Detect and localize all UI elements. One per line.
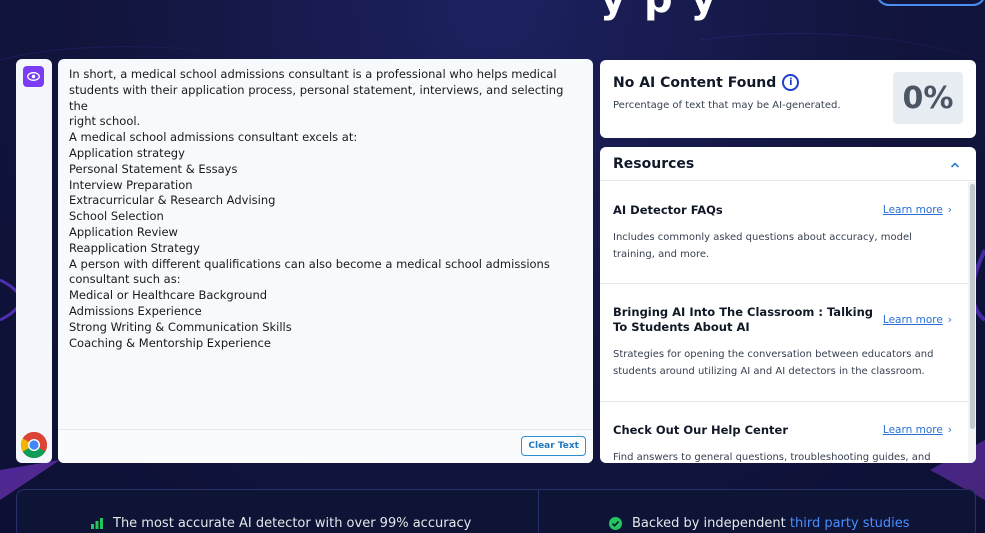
bar-chart-icon	[91, 518, 103, 529]
info-icon[interactable]: i	[782, 74, 800, 91]
resources-header[interactable]: Resources	[600, 147, 976, 181]
editor-line: Medical or Healthcare Background	[69, 288, 268, 303]
editor-line: Coaching & Mentorship Experience	[69, 335, 271, 350]
learn-more-link[interactable]: Learn more ›	[883, 314, 952, 326]
eye-button[interactable]	[23, 66, 44, 87]
learn-more-label: Learn more	[882, 204, 943, 216]
third-party-studies-link[interactable]: third party studies	[790, 516, 910, 531]
feature-studies: Backed by independent third party studie…	[609, 516, 910, 531]
clear-text-button[interactable]: Clear Text	[521, 436, 586, 456]
editor-line: students with their application process,…	[69, 82, 564, 113]
learn-more-label: Learn more	[882, 314, 943, 326]
editor-line: Interview Preparation	[69, 177, 193, 192]
editor-line: Extracurricular & Research Advising	[69, 193, 276, 208]
chevron-right-icon: ›	[947, 314, 952, 326]
feature-accuracy-text: The most accurate AI detector with over …	[113, 516, 472, 531]
editor-line: Admissions Experience	[69, 303, 202, 318]
resources-title: Resources	[613, 156, 695, 172]
feature-accuracy: The most accurate AI detector with over …	[91, 516, 471, 531]
resources-panel: Resources AI Detector FAQs Learn more › I…	[600, 147, 976, 463]
resource-item-classroom: Bringing AI Into The Classroom : Talking…	[600, 284, 968, 402]
editor-line: A person with different qualifications c…	[69, 256, 550, 271]
hero-heading-fragment: y p y	[600, 0, 719, 22]
resource-item-title: Bringing AI Into The Classroom : Talking…	[613, 305, 874, 334]
result-card: No AI Content Found i Percentage of text…	[600, 60, 976, 138]
resource-item-description: Strategies for opening the conversation …	[613, 349, 934, 377]
editor-line: In short, a medical school admissions co…	[69, 67, 557, 81]
learn-more-link[interactable]: Learn more ›	[883, 204, 952, 216]
check-circle-icon	[609, 517, 622, 530]
editor-line: Reapplication Strategy	[69, 240, 200, 255]
result-title-row: No AI Content Found i	[613, 74, 800, 91]
editor-footer: Clear Text	[58, 429, 593, 463]
result-title: No AI Content Found	[613, 74, 777, 91]
resource-item-title: AI Detector FAQs	[613, 203, 723, 217]
resource-item-description: Includes commonly asked questions about …	[613, 232, 912, 260]
left-rail	[16, 59, 52, 463]
editor-line: Personal Statement & Essays	[69, 161, 238, 176]
resource-item-help-center: Check Out Our Help Center Learn more › Fi…	[600, 402, 968, 463]
learn-more-label: Learn more	[882, 424, 943, 436]
editor-line: Strong Writing & Communication Skills	[69, 319, 292, 334]
chevron-right-icon: ›	[947, 204, 952, 216]
feature-studies-text: Backed by independent	[632, 516, 786, 531]
result-subtitle: Percentage of text that may be AI-genera…	[613, 100, 841, 111]
resources-scrollbar-thumb[interactable]	[970, 184, 975, 429]
editor-line: consultant such as:	[69, 272, 181, 287]
ai-percentage: 0%	[893, 72, 963, 124]
eye-icon	[27, 72, 40, 81]
chevron-up-icon[interactable]	[950, 161, 960, 169]
editor-line: A medical school admissions consultant e…	[69, 130, 358, 145]
resource-item-faqs: AI Detector FAQs Learn more › Includes co…	[600, 182, 968, 284]
learn-more-link[interactable]: Learn more ›	[883, 424, 952, 436]
editor-line: School Selection	[69, 209, 164, 224]
resource-item-title: Check Out Our Help Center	[613, 423, 788, 437]
resources-list: AI Detector FAQs Learn more › Includes co…	[600, 182, 968, 463]
text-editor[interactable]: In short, a medical school admissions co…	[58, 59, 593, 463]
chrome-icon[interactable]	[20, 431, 48, 459]
features-bar: The most accurate AI detector with over …	[16, 489, 976, 533]
editor-line: Application Review	[69, 224, 178, 239]
resource-item-description: Find answers to general questions, troub…	[613, 452, 931, 463]
top-outline-button[interactable]	[876, 0, 985, 6]
chevron-right-icon: ›	[947, 424, 952, 436]
features-divider	[538, 490, 539, 533]
editor-content[interactable]: In short, a medical school admissions co…	[69, 67, 569, 351]
editor-line: right school.	[69, 114, 141, 129]
editor-line: Application strategy	[69, 145, 185, 160]
